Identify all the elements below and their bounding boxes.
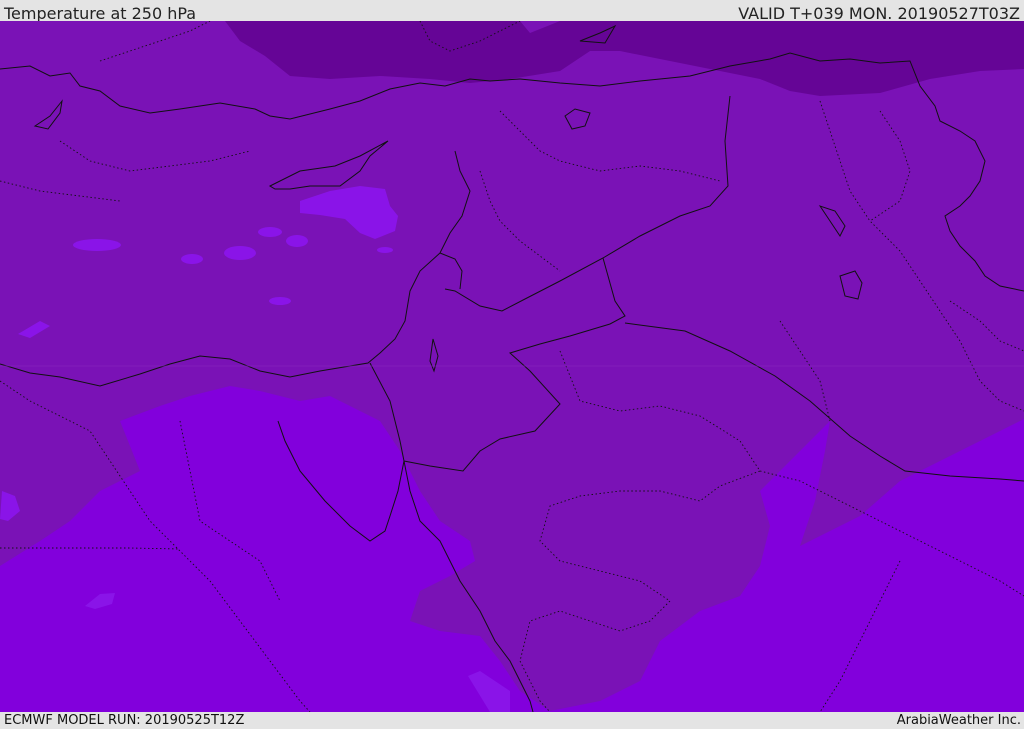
header-bar: Temperature at 250 hPa VALID T+039 MON. … bbox=[0, 0, 1024, 23]
footer-bar: ECMWF MODEL RUN: 20190525T12Z ArabiaWeat… bbox=[0, 712, 1024, 729]
model-run-label: ECMWF MODEL RUN: 20190525T12Z bbox=[4, 713, 245, 728]
provider-credit: ArabiaWeather Inc. bbox=[896, 713, 1021, 728]
map-canvas bbox=[0, 21, 1024, 712]
weather-map bbox=[0, 21, 1024, 712]
